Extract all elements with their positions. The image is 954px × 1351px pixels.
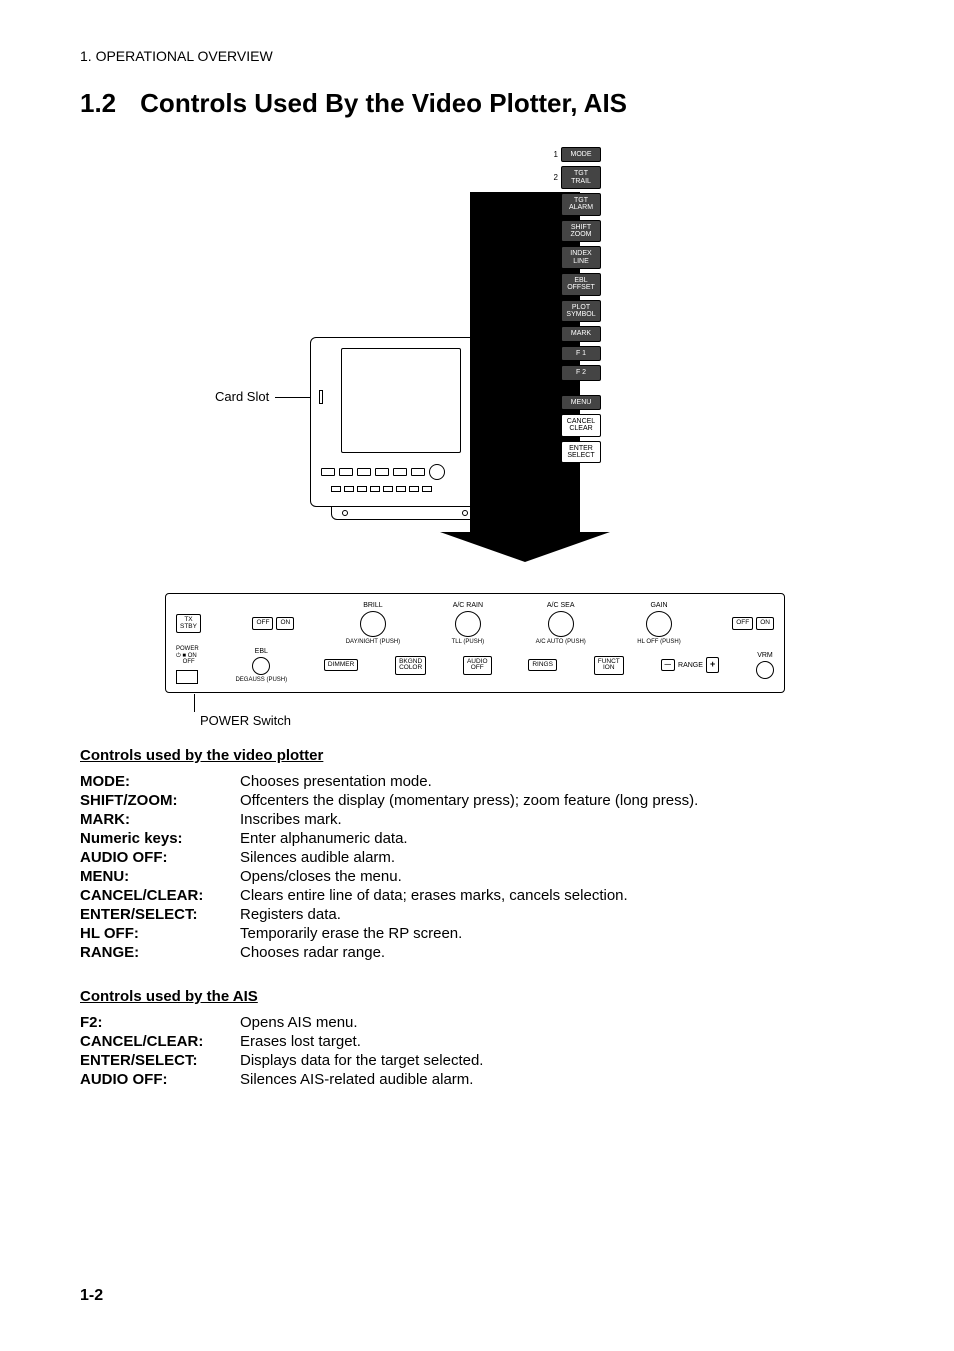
key-menu: MENU	[550, 395, 630, 410]
range-minus[interactable]	[661, 659, 676, 672]
card-slot-label: Card Slot	[215, 389, 269, 404]
key-tgt-trail-btn[interactable]: TGTTRAIL	[561, 166, 601, 189]
section-number: 1.2	[80, 88, 116, 119]
section-text: Controls Used By the Video Plotter, AIS	[140, 88, 627, 118]
table-row: MARK:Inscribes mark.	[80, 810, 874, 829]
key-f1-btn[interactable]: F 1	[561, 346, 601, 361]
tx-stby: TX STBY	[176, 614, 201, 633]
ebl-off[interactable]: OFF	[252, 617, 273, 630]
table-row: AUDIO OFF:Silences AIS-related audible a…	[80, 1070, 874, 1089]
key-menu-btn[interactable]: MENU	[561, 395, 601, 410]
key-f2: 0F 2	[550, 365, 630, 380]
table-row: CANCEL/CLEAR:Clears entire line of data;…	[80, 886, 874, 905]
power-switch[interactable]	[176, 670, 198, 684]
key-enter-select-btn[interactable]: ENTERSELECT	[561, 441, 601, 464]
table-row: F2:Opens AIS menu.	[80, 1013, 874, 1032]
audio-off-btn[interactable]: AUDIO OFF	[463, 656, 492, 675]
key-tgt-trail: 2TGTTRAIL	[550, 166, 630, 189]
vrm-off[interactable]: OFF	[732, 617, 753, 630]
key-index-line: 5INDEXLINE	[550, 246, 630, 269]
brill-knob-ctrl[interactable]	[360, 611, 386, 637]
power-switch-label: POWER Switch	[200, 713, 291, 728]
ac-rain-knob-ctrl[interactable]	[455, 611, 481, 637]
key-shift-zoom: 4SHIFTZOOM	[550, 220, 630, 243]
ebl-knob-ctrl[interactable]	[252, 657, 270, 675]
bkgnd-color-btn[interactable]: BKGND COLOR	[395, 656, 426, 675]
gain-knob-ctrl[interactable]	[646, 611, 672, 637]
key-enter-select: ENTERSELECT	[550, 441, 630, 464]
ebl-knob: EBLDEGAUSS (PUSH)	[235, 648, 287, 683]
ais-defs: F2:Opens AIS menu. CANCEL/CLEAR:Erases l…	[80, 1013, 874, 1089]
key-plot-symbol-btn[interactable]: PLOTSYMBOL	[561, 300, 601, 323]
device-diagram: Card Slot 1MODE 2TGTTRAIL 3TGTALARM 4SHI…	[80, 137, 874, 737]
vrm-on[interactable]: ON	[756, 617, 774, 630]
vp-heading: Controls used by the video plotter	[80, 747, 874, 764]
power-block: POWER⏻ ■ ON OFF	[176, 646, 199, 684]
vrm-knob-ctrl[interactable]	[756, 661, 774, 679]
page-number: 1-2	[80, 1287, 103, 1305]
table-row: AUDIO OFF:Silences audible alarm.	[80, 848, 874, 867]
range-plus[interactable]	[706, 657, 719, 673]
key-mark-btn[interactable]: MARK	[561, 326, 601, 341]
key-ebl-offset: 6EBLOFFSET	[550, 273, 630, 296]
ebl-toggle: OFFON	[252, 617, 294, 630]
range-group: RANGE	[661, 657, 720, 673]
key-f2-btn[interactable]: F 2	[561, 365, 601, 380]
power-leader	[194, 694, 195, 712]
key-mode: 1MODE	[550, 147, 630, 162]
card-slot-opening	[319, 390, 323, 404]
brill-knob: BRILLDAY/NIGHT (PUSH)	[346, 602, 400, 645]
table-row: ENTER/SELECT:Registers data.	[80, 905, 874, 924]
control-panel: TX STBY OFFON BRILLDAY/NIGHT (PUSH) A/C …	[165, 593, 785, 693]
ac-sea-knob: A/C SEAA/C AUTO (PUSH)	[536, 602, 586, 645]
key-mark: 8MARK	[550, 326, 630, 341]
key-cancel-clear: CANCELCLEAR	[550, 414, 630, 437]
ebl-on[interactable]: ON	[276, 617, 294, 630]
key-index-line-btn[interactable]: INDEXLINE	[561, 246, 601, 269]
table-row: Numeric keys:Enter alphanumeric data.	[80, 829, 874, 848]
vrm-knob: VRM	[756, 652, 774, 679]
ac-sea-knob-ctrl[interactable]	[548, 611, 574, 637]
key-tgt-alarm: 3TGTALARM	[550, 193, 630, 216]
key-ebl-offset-btn[interactable]: EBLOFFSET	[561, 273, 601, 296]
chapter-header: 1. OPERATIONAL OVERVIEW	[80, 48, 874, 64]
key-tgt-alarm-btn[interactable]: TGTALARM	[561, 193, 601, 216]
key-cancel-clear-btn[interactable]: CANCELCLEAR	[561, 414, 601, 437]
table-row: CANCEL/CLEAR:Erases lost target.	[80, 1032, 874, 1051]
table-row: ENTER/SELECT:Displays data for the targe…	[80, 1051, 874, 1070]
table-row: MODE:Chooses presentation mode.	[80, 772, 874, 791]
tx-stby-btn[interactable]: TX STBY	[176, 614, 201, 633]
function-btn[interactable]: FUNCT ION	[594, 656, 624, 675]
gain-knob: GAINHL OFF (PUSH)	[637, 602, 680, 645]
table-row: MENU:Opens/closes the menu.	[80, 867, 874, 886]
section-title: 1.2 Controls Used By the Video Plotter, A…	[80, 88, 874, 119]
table-row: SHIFT/ZOOM:Offcenters the display (momen…	[80, 791, 874, 810]
key-plot-symbol: 7PLOTSYMBOL	[550, 300, 630, 323]
ais-heading: Controls used by the AIS	[80, 988, 874, 1005]
dimmer-btn[interactable]: DIMMER	[324, 659, 358, 672]
vrm-toggle: OFFON	[732, 617, 774, 630]
keypad: 1MODE 2TGTTRAIL 3TGTALARM 4SHIFTZOOM 5IN…	[550, 147, 630, 463]
rings-btn[interactable]: RINGS	[528, 659, 557, 672]
key-f1: 9F 1	[550, 346, 630, 361]
ac-rain-knob: A/C RAINTLL (PUSH)	[452, 602, 484, 645]
key-shift-zoom-btn[interactable]: SHIFTZOOM	[561, 220, 601, 243]
table-row: HL OFF:Temporarily erase the RP screen.	[80, 924, 874, 943]
key-mode-btn[interactable]: MODE	[561, 147, 601, 162]
table-row: RANGE:Chooses radar range.	[80, 943, 874, 962]
vp-defs: MODE:Chooses presentation mode. SHIFT/ZO…	[80, 772, 874, 962]
